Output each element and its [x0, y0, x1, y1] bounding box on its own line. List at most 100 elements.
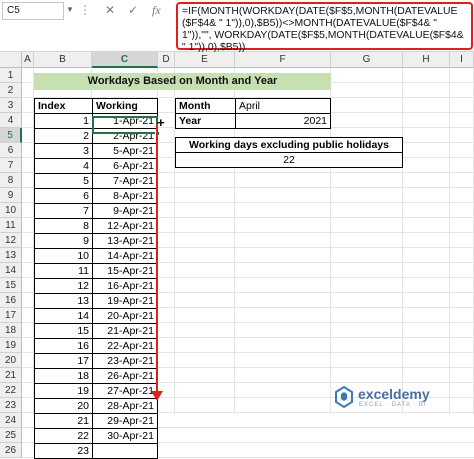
enter-icon[interactable]: ✓	[128, 3, 138, 17]
row-header-4[interactable]: 4	[0, 113, 22, 128]
working-day-cell[interactable]: 19-Apr-21	[92, 293, 158, 309]
more-options-icon[interactable]: ⋮	[79, 3, 91, 17]
index-cell[interactable]: 11	[34, 263, 93, 279]
header-working-days: Working Days	[92, 98, 158, 126]
row-header-6[interactable]: 6	[0, 143, 22, 158]
year-label: Year	[175, 113, 236, 129]
row-header-18[interactable]: 18	[0, 323, 22, 338]
column-header-h[interactable]: H	[403, 52, 450, 68]
working-day-cell[interactable]: 9-Apr-21	[92, 203, 158, 219]
index-cell[interactable]: 14	[34, 308, 93, 324]
annotation-arrow-line	[156, 124, 158, 394]
working-day-cell[interactable]: 12-Apr-21	[92, 218, 158, 234]
index-cell[interactable]: 12	[34, 278, 93, 294]
row-header-2[interactable]: 2	[0, 83, 22, 98]
working-day-cell[interactable]: 8-Apr-21	[92, 188, 158, 204]
working-day-cell[interactable]: 20-Apr-21	[92, 308, 158, 324]
index-cell[interactable]: 22	[34, 428, 93, 444]
column-header-g[interactable]: G	[331, 52, 403, 68]
working-day-cell[interactable]: 7-Apr-21	[92, 173, 158, 189]
working-day-cell[interactable]: 15-Apr-21	[92, 263, 158, 279]
row-header-9[interactable]: 9	[0, 188, 22, 203]
fx-icon[interactable]: fx	[152, 3, 161, 18]
working-day-cell[interactable]: 30-Apr-21	[92, 428, 158, 444]
row-header-1[interactable]: 1	[0, 68, 22, 83]
column-header-i[interactable]: I	[450, 52, 474, 68]
row-header-13[interactable]: 13	[0, 248, 22, 263]
row-header-22[interactable]: 22	[0, 383, 22, 398]
row-header-16[interactable]: 16	[0, 293, 22, 308]
column-header-b[interactable]: B	[34, 52, 92, 68]
working-day-cell[interactable]: 21-Apr-21	[92, 323, 158, 339]
chevron-down-icon[interactable]: ▼	[66, 5, 74, 14]
row-header-3[interactable]: 3	[0, 98, 22, 113]
working-day-cell[interactable]: 27-Apr-21	[92, 383, 158, 399]
working-day-cell[interactable]: 29-Apr-21	[92, 413, 158, 429]
row-header-15[interactable]: 15	[0, 278, 22, 293]
working-day-cell[interactable]: 5-Apr-21	[92, 143, 158, 159]
row-header-21[interactable]: 21	[0, 368, 22, 383]
index-cell[interactable]: 19	[34, 383, 93, 399]
index-cell[interactable]: 13	[34, 293, 93, 309]
column-header-f[interactable]: F	[235, 52, 331, 68]
month-label: Month	[175, 98, 236, 114]
index-cell[interactable]: 18	[34, 368, 93, 384]
row-header-26[interactable]: 26	[0, 443, 22, 458]
index-cell[interactable]: 7	[34, 203, 93, 219]
working-day-cell[interactable]: 14-Apr-21	[92, 248, 158, 264]
index-cell[interactable]: 4	[34, 158, 93, 174]
column-header-c[interactable]: C	[92, 52, 158, 68]
index-cell[interactable]: 20	[34, 398, 93, 414]
index-cell[interactable]: 15	[34, 323, 93, 339]
working-day-cell[interactable]: 6-Apr-21	[92, 158, 158, 174]
month-value[interactable]: April	[235, 98, 331, 114]
index-cell[interactable]: 3	[34, 143, 93, 159]
working-day-cell[interactable]: 13-Apr-21	[92, 233, 158, 249]
row-header-5[interactable]: 5	[0, 128, 22, 143]
row-header-20[interactable]: 20	[0, 353, 22, 368]
gridline	[402, 68, 403, 414]
summary-value[interactable]: 22	[175, 152, 403, 168]
index-cell[interactable]: 16	[34, 338, 93, 354]
row-header-7[interactable]: 7	[0, 158, 22, 173]
select-all-corner[interactable]	[0, 52, 22, 68]
row-header-12[interactable]: 12	[0, 233, 22, 248]
working-day-cell[interactable]	[92, 443, 158, 459]
working-day-cell[interactable]: 26-Apr-21	[92, 368, 158, 384]
row-header-8[interactable]: 8	[0, 173, 22, 188]
active-cell-border	[92, 116, 158, 134]
formula-input[interactable]: =IF(MONTH(WORKDAY(DATE($F$5,MONTH(DATEVA…	[176, 2, 473, 53]
working-day-cell[interactable]: 22-Apr-21	[92, 338, 158, 354]
index-cell[interactable]: 1	[34, 113, 93, 129]
index-cell[interactable]: 17	[34, 353, 93, 369]
working-day-cell[interactable]: 23-Apr-21	[92, 353, 158, 369]
index-cell[interactable]: 10	[34, 248, 93, 264]
name-box[interactable]: C5	[2, 2, 64, 20]
index-cell[interactable]: 8	[34, 218, 93, 234]
working-day-cell[interactable]: 28-Apr-21	[92, 398, 158, 414]
index-cell[interactable]: 2	[34, 128, 93, 144]
index-cell[interactable]: 23	[34, 443, 93, 459]
row-header-23[interactable]: 23	[0, 398, 22, 413]
year-value[interactable]: 2021	[235, 113, 331, 129]
index-cell[interactable]: 21	[34, 413, 93, 429]
header-index: Index	[34, 98, 93, 114]
row-header-17[interactable]: 17	[0, 308, 22, 323]
gridline	[449, 68, 450, 414]
row-header-25[interactable]: 25	[0, 428, 22, 443]
row-header-14[interactable]: 14	[0, 263, 22, 278]
column-header-a[interactable]: A	[22, 52, 34, 68]
row-header-11[interactable]: 11	[0, 218, 22, 233]
logo-brand: exceldemy	[358, 386, 430, 402]
index-cell[interactable]: 6	[34, 188, 93, 204]
row-header-19[interactable]: 19	[0, 338, 22, 353]
row-header-10[interactable]: 10	[0, 203, 22, 218]
index-cell[interactable]: 9	[34, 233, 93, 249]
row-header-24[interactable]: 24	[0, 413, 22, 428]
index-cell[interactable]: 5	[34, 173, 93, 189]
cancel-icon[interactable]: ✕	[105, 3, 115, 17]
summary-label: Working days excluding public holidays	[175, 137, 403, 153]
working-day-cell[interactable]: 16-Apr-21	[92, 278, 158, 294]
column-header-d[interactable]: D	[158, 52, 175, 68]
column-header-e[interactable]: E	[175, 52, 235, 68]
